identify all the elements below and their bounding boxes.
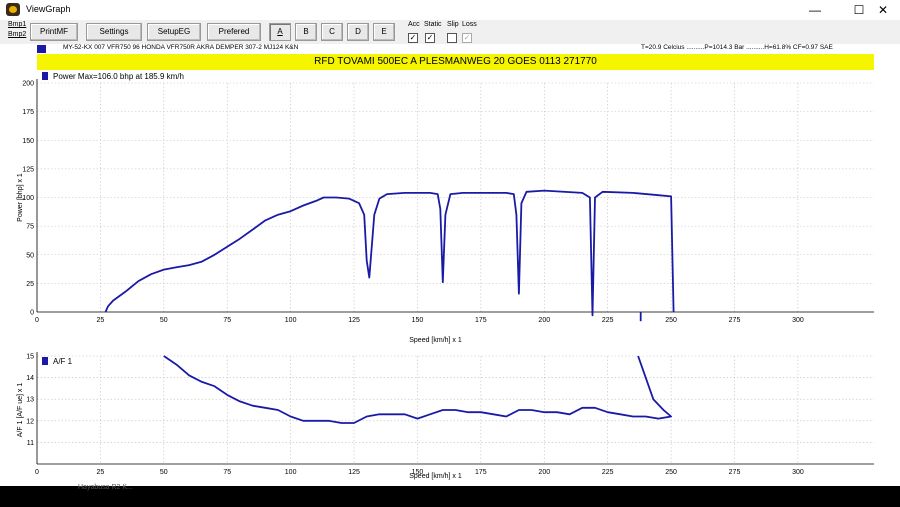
x-tick-label: 0 bbox=[35, 469, 39, 476]
series-line bbox=[104, 189, 675, 317]
y-tick-label: 175 bbox=[22, 109, 34, 116]
x-tick-label: 225 bbox=[602, 469, 614, 476]
x-tick-label: 75 bbox=[223, 317, 231, 324]
y-tick-label: 200 bbox=[22, 81, 34, 88]
application-window: ViewGraph — ☐ ✕ Bmp1 Bmp2 PrintMF Settin… bbox=[0, 0, 900, 486]
y-tick-label: 150 bbox=[22, 138, 34, 145]
x-tick-label: 50 bbox=[160, 317, 168, 324]
x-tick-label: 300 bbox=[792, 317, 804, 324]
legend-swatch bbox=[42, 72, 48, 80]
af-chart: 11121314150 25 50 75 100 125 150 175 200 225 250 27… bbox=[17, 352, 874, 480]
y-axis-label: A/F 1 [A/F ue] x 1 bbox=[17, 383, 24, 438]
x-tick-label: 175 bbox=[475, 469, 487, 476]
y-tick-label: 15 bbox=[26, 354, 34, 361]
power-chart: 0 25 50 75 100 125 150 175 200 0 25 50 75 100 125 150 17… bbox=[17, 72, 874, 344]
y-axis-label: Power [bhp] x 1 bbox=[17, 173, 24, 222]
legend-label: Power Max=106.0 bhp at 185.9 km/h bbox=[53, 72, 184, 81]
background-window-text: Hayabusa R2 K... bbox=[78, 484, 133, 491]
x-tick-label: 300 bbox=[792, 469, 804, 476]
x-tick-label: 200 bbox=[538, 317, 550, 324]
y-tick-label: 100 bbox=[22, 195, 34, 202]
x-tick-label: 50 bbox=[160, 469, 168, 476]
x-tick-label: 75 bbox=[223, 469, 231, 476]
y-tick-label: 13 bbox=[26, 397, 34, 404]
x-axis-label: Speed [km/h] x 1 bbox=[409, 337, 462, 344]
legend-swatch bbox=[42, 357, 48, 365]
y-tick-label: 0 bbox=[30, 310, 34, 317]
x-tick-label: 175 bbox=[475, 317, 487, 324]
x-tick-label: 0 bbox=[35, 317, 39, 324]
x-tick-label: 25 bbox=[97, 317, 105, 324]
y-tick-label: 25 bbox=[26, 281, 34, 288]
dyno-charts: 02550751001251501752000 25 50 75 100 125 150 17… bbox=[17, 72, 874, 480]
x-tick-label: 200 bbox=[538, 469, 550, 476]
y-tick-label: 75 bbox=[26, 224, 34, 231]
x-tick-label: 25 bbox=[97, 469, 105, 476]
x-tick-label: 225 bbox=[602, 317, 614, 324]
x-tick-label: 125 bbox=[348, 469, 360, 476]
x-tick-label: 250 bbox=[665, 317, 677, 324]
legend-label: A/F 1 bbox=[53, 357, 73, 366]
y-tick-label: 14 bbox=[26, 375, 34, 382]
x-tick-label: 125 bbox=[348, 317, 360, 324]
y-tick-label: 125 bbox=[22, 166, 34, 173]
y-tick-label: 11 bbox=[27, 440, 34, 447]
y-tick-label: 12 bbox=[26, 418, 34, 425]
x-tick-label: 150 bbox=[412, 317, 424, 324]
x-tick-label: 100 bbox=[285, 317, 297, 324]
x-axis-label: Speed [km/h] x 1 bbox=[409, 473, 462, 480]
x-tick-label: 100 bbox=[285, 469, 297, 476]
x-tick-label: 275 bbox=[729, 317, 741, 324]
x-tick-label: 250 bbox=[665, 469, 677, 476]
x-tick-label: 275 bbox=[729, 469, 741, 476]
y-tick-label: 50 bbox=[26, 252, 34, 259]
